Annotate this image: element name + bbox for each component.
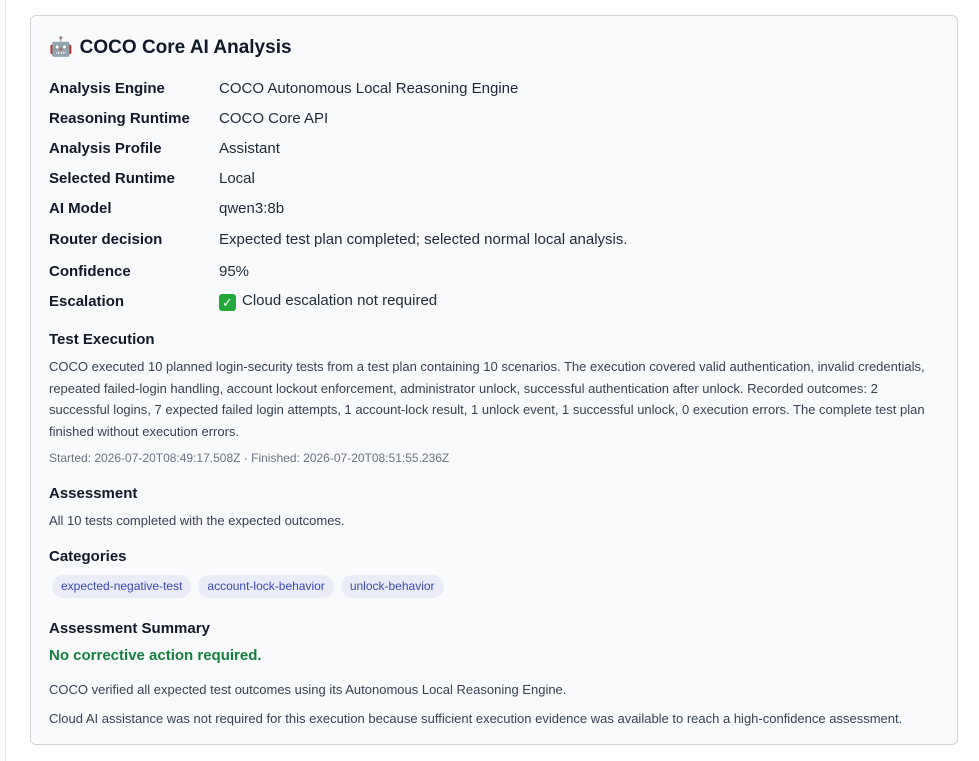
assessment-status: No corrective action required. xyxy=(49,647,262,664)
detail-value: COCO Autonomous Local Reasoning Engine xyxy=(219,79,519,97)
check-mark-icon: ✓ xyxy=(219,293,236,311)
detail-row-ai-model: AI Model qwen3:8b xyxy=(49,193,939,223)
detail-row-analysis-profile: Analysis Profile Assistant xyxy=(49,133,939,163)
robot-icon: 🤖 xyxy=(49,37,73,58)
assessment-summary-heading: Assessment Summary xyxy=(49,620,210,637)
detail-row-escalation: Escalation ✓ Cloud escalation not require… xyxy=(49,286,939,316)
detail-key: Analysis Engine xyxy=(49,79,165,97)
detail-key: Escalation xyxy=(49,292,125,310)
summary-note: COCO verified all expected test outcomes… xyxy=(49,682,567,697)
category-tag: unlock-behavior xyxy=(340,575,444,598)
test-execution-body: COCO executed 10 planned login-security … xyxy=(49,359,925,439)
test-execution-timing: Started: 2026-07-20T08:49:17.508Z · Fini… xyxy=(49,451,450,465)
detail-row-confidence: Confidence 95% xyxy=(49,256,939,286)
detail-key: Analysis Profile xyxy=(49,139,162,157)
detail-key: Selected Runtime xyxy=(49,169,175,187)
detail-value: qwen3:8b xyxy=(219,199,285,217)
category-tags: expected-negative-test account-lock-beha… xyxy=(52,575,444,598)
detail-value: Assistant xyxy=(219,139,280,157)
category-tag: expected-negative-test xyxy=(52,575,192,598)
detail-row-analysis-engine: Analysis Engine COCO Autonomous Local Re… xyxy=(49,73,939,103)
test-execution-heading: Test Execution xyxy=(49,331,155,348)
detail-row-reasoning-runtime: Reasoning Runtime COCO Core API xyxy=(49,103,939,133)
detail-key: Reasoning Runtime xyxy=(49,109,190,127)
card-title: 🤖 COCO Core AI Analysis xyxy=(49,35,292,59)
summary-note: Cloud AI assistance was not required for… xyxy=(49,711,903,726)
card-title-text: COCO Core AI Analysis xyxy=(79,37,292,58)
detail-row-router-decision: Router decision Expected test plan compl… xyxy=(49,223,939,256)
detail-value: Local xyxy=(219,169,255,187)
detail-key: Router decision xyxy=(49,231,163,248)
detail-key: Confidence xyxy=(49,262,131,280)
detail-value: COCO Core API xyxy=(219,109,329,127)
categories-heading: Categories xyxy=(49,548,127,565)
ai-analysis-card: 🤖 COCO Core AI Analysis Analysis Engine C… xyxy=(30,15,958,745)
detail-value: Expected test plan completed; selected n… xyxy=(219,231,628,248)
assessment-heading: Assessment xyxy=(49,485,138,502)
detail-value: 95% xyxy=(219,262,250,280)
detail-key: AI Model xyxy=(49,199,112,217)
detail-value: ✓ Cloud escalation not required xyxy=(219,292,437,311)
page-left-divider xyxy=(5,0,6,761)
assessment-body: All 10 tests completed with the expected… xyxy=(49,513,345,528)
detail-row-selected-runtime: Selected Runtime Local xyxy=(49,163,939,193)
analysis-details: Analysis Engine COCO Autonomous Local Re… xyxy=(49,73,939,316)
escalation-text: Cloud escalation not required xyxy=(242,291,438,309)
category-tag: account-lock-behavior xyxy=(198,575,334,598)
